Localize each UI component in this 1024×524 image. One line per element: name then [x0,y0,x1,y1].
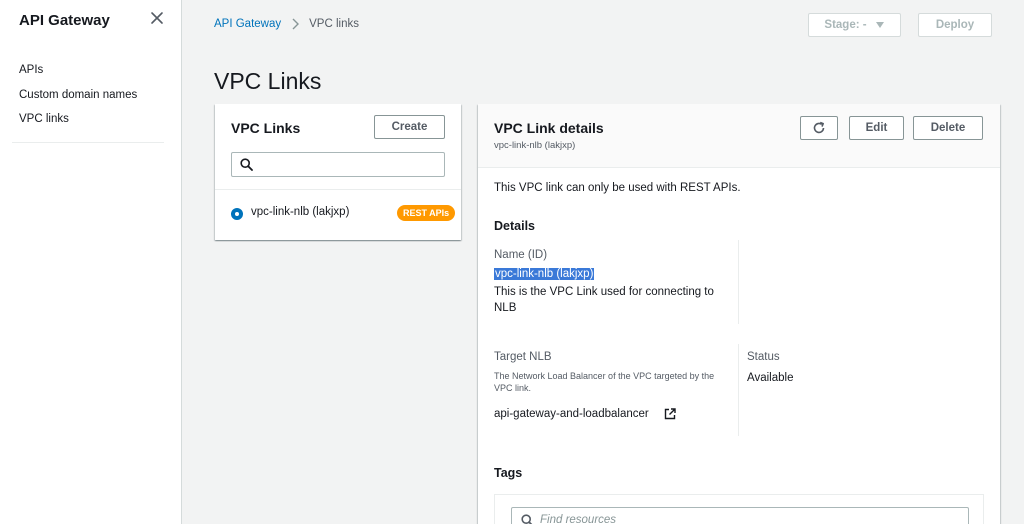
status-value: Available [747,372,794,384]
column-divider [738,344,739,436]
status-label: Status [747,351,780,363]
name-id-value-text: vpc-link-nlb (lakjxp) [494,268,595,280]
external-link-icon[interactable] [664,408,676,420]
sidebar-title: API Gateway [19,12,110,29]
vpc-link-description: This is the VPC Link used for connecting… [494,286,714,314]
create-button[interactable]: Create [374,115,445,139]
target-nlb-label: Target NLB [494,351,552,363]
tags-search-input[interactable] [540,512,940,524]
sidebar-item-custom-domain-names[interactable]: Custom domain names [19,83,137,108]
vpc-links-panel: VPC Links Create vpc-link-nlb (lakjxp) R… [215,104,461,240]
edit-button[interactable]: Edit [849,116,904,140]
column-divider [738,240,739,324]
vpc-links-panel-title: VPC Links [231,120,301,136]
rest-apis-badge: REST APIs [397,205,456,221]
sidebar-item-vpc-links[interactable]: VPC links [19,107,137,132]
page-title: VPC Links [214,68,322,94]
tags-table [494,494,984,524]
sidebar: API Gateway APIs Custom domain names VPC… [0,0,182,524]
deploy-button[interactable]: Deploy [918,13,992,37]
details-title: VPC Link details [494,120,604,136]
search-icon [240,158,253,171]
details-subtitle: vpc-link-nlb (lakjxp) [494,140,576,151]
sidebar-nav: APIs Custom domain names VPC links [19,58,137,132]
search-icon [521,514,533,524]
refresh-button[interactable] [800,116,838,140]
refresh-icon [813,121,825,134]
tags-search-field[interactable] [511,507,969,524]
delete-button[interactable]: Delete [913,116,983,140]
close-icon[interactable] [149,10,165,26]
vpc-link-item-label: vpc-link-nlb (lakjxp) [251,206,350,218]
caret-down-icon [875,22,884,28]
vpc-link-radio[interactable] [231,208,243,220]
stage-select-label: Stage: - [824,19,867,31]
tags-heading: Tags [494,466,523,480]
sidebar-item-apis[interactable]: APIs [19,58,137,83]
target-nlb-value[interactable]: api-gateway-and-loadbalancer [494,408,649,420]
list-divider [215,189,461,190]
stage-select[interactable]: Stage: - [808,13,901,37]
details-header: VPC Link details vpc-link-nlb (lakjxp) E… [478,104,1000,168]
vpc-link-details-panel: VPC Link details vpc-link-nlb (lakjxp) E… [478,104,1000,524]
vpc-links-search-input[interactable] [231,152,445,177]
chevron-right-icon [292,18,300,30]
breadcrumb-api-gateway[interactable]: API Gateway [214,18,281,30]
sidebar-divider [12,142,164,143]
breadcrumb: API Gateway VPC links [214,18,359,30]
breadcrumb-current: VPC links [309,18,359,30]
name-id-value: vpc-link-nlb (lakjxp) [494,268,595,280]
target-nlb-description: The Network Load Balancer of the VPC tar… [494,371,715,393]
details-info-text: This VPC link can only be used with REST… [494,182,741,194]
name-id-label: Name (ID) [494,249,548,261]
details-heading: Details [494,219,535,233]
